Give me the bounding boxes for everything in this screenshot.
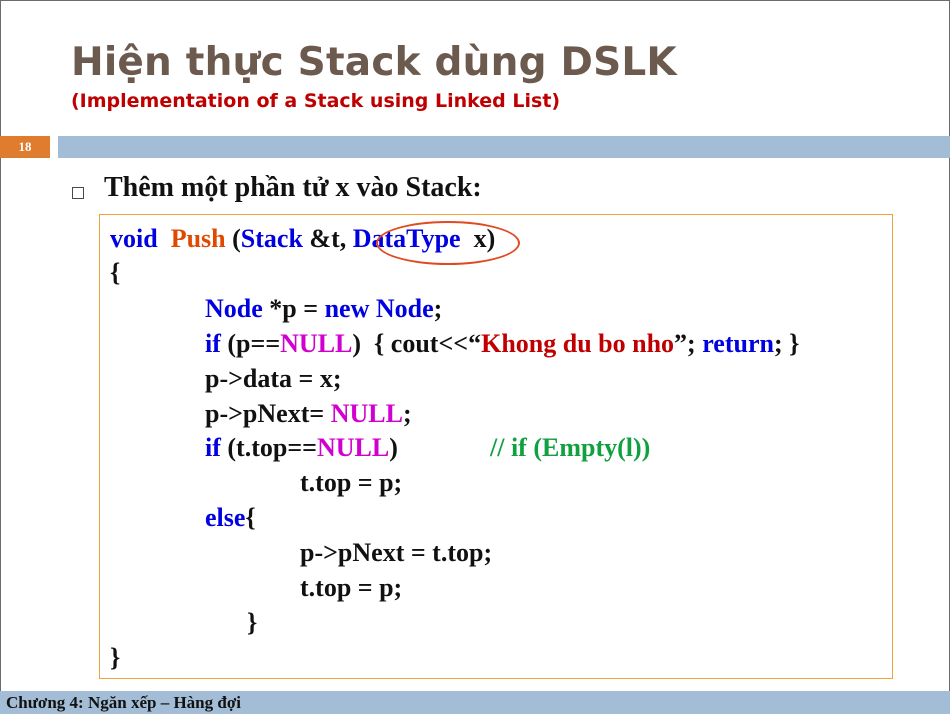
code-line-8: t.top = p; bbox=[300, 468, 403, 497]
code-token: ; } bbox=[773, 329, 800, 358]
square-bullet-icon bbox=[72, 187, 84, 199]
code-token: void bbox=[110, 224, 158, 253]
slide-subtitle: (Implementation of a Stack using Linked … bbox=[71, 90, 561, 112]
code-token: ”; bbox=[674, 329, 703, 358]
slide-title: Hiện thực Stack dùng DSLK bbox=[71, 40, 677, 85]
code-token: p->pNext= bbox=[205, 399, 331, 428]
code-token: if bbox=[205, 329, 221, 358]
code-line-13: } bbox=[110, 643, 121, 672]
code-token: { bbox=[245, 503, 256, 532]
code-line-10: p->pNext = t.top; bbox=[300, 538, 493, 567]
code-line-11: t.top = p; bbox=[300, 573, 403, 602]
code-token: if bbox=[205, 433, 221, 462]
highlight-ellipse bbox=[376, 221, 520, 265]
code-token: ) { cout<<“ bbox=[352, 329, 482, 358]
code-line-7: if (t.top==NULL) bbox=[205, 433, 398, 463]
code-token: Node bbox=[369, 294, 434, 323]
code-token: ( bbox=[232, 224, 241, 253]
code-token: new bbox=[324, 294, 370, 323]
code-token: ; bbox=[402, 399, 412, 428]
code-token: Khong du bo nho bbox=[481, 329, 675, 358]
slide-number: 18 bbox=[0, 136, 50, 158]
code-token: ; bbox=[433, 294, 443, 323]
code-token: NULL bbox=[280, 329, 353, 358]
bullet-heading: Thêm một phần tử x vào Stack: bbox=[104, 172, 482, 203]
code-comment: // if (Empty(l)) bbox=[490, 433, 651, 462]
code-line-2: { bbox=[110, 258, 121, 287]
code-line-3: Node *p = new Node; bbox=[205, 294, 442, 324]
code-line-6: p->pNext= NULL; bbox=[205, 399, 412, 429]
code-line-9: else{ bbox=[205, 503, 256, 533]
footer-chapter-label: Chương 4: Ngăn xếp – Hàng đợi bbox=[6, 693, 241, 712]
code-token: *p = bbox=[262, 294, 325, 323]
code-token: Node bbox=[205, 294, 263, 323]
code-token: NULL bbox=[330, 399, 403, 428]
header-bar bbox=[58, 136, 950, 158]
code-token: Stack bbox=[240, 224, 303, 253]
code-token: NULL bbox=[316, 433, 390, 462]
code-token: (t.top== bbox=[220, 433, 317, 462]
code-token: ) bbox=[389, 433, 398, 462]
code-token: return bbox=[702, 329, 774, 358]
code-token: Push bbox=[170, 224, 226, 253]
code-token: &t, bbox=[302, 224, 353, 253]
code-line-12: } bbox=[247, 608, 258, 637]
code-token: else bbox=[205, 503, 246, 532]
code-token: (p== bbox=[220, 329, 281, 358]
code-line-4: if (p==NULL) { cout<<“Khong du bo nho”; … bbox=[205, 329, 799, 359]
code-line-5: p->data = x; bbox=[205, 364, 342, 393]
